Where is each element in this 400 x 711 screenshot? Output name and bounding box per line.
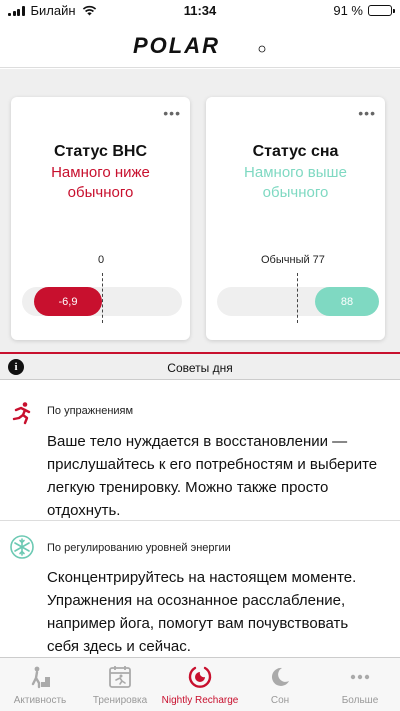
- sleep-card-subtitle: Намного выше обычного: [244, 164, 347, 201]
- battery-group: 91 %: [333, 3, 395, 18]
- tips-header: i Советы дня: [0, 352, 400, 380]
- snowflake-icon: [10, 535, 34, 559]
- activity-icon: [31, 666, 50, 689]
- training-icon: [109, 666, 131, 688]
- tip-energy-text: Сконцентрируйтесь на настоящем моменте. …: [47, 569, 357, 655]
- sleep-baseline-label: Обычный 77: [261, 254, 325, 266]
- sleep-status-card[interactable]: ••• Статус сна Намного выше обычного Обы…: [206, 97, 385, 340]
- sleep-card-title: Статус сна: [252, 143, 339, 160]
- tip-exercise: По упражнениям Ваше тело нуждается в вос…: [0, 381, 400, 519]
- ans-baseline-marker: [102, 273, 103, 323]
- status-cards-area: ••• Статус ВНС Намного ниже обычного 0 -…: [0, 69, 400, 352]
- tip-exercise-text: Ваше тело нуждается в восстановлении — п…: [47, 433, 378, 519]
- ans-card-title: Статус ВНС: [53, 143, 148, 160]
- running-icon: [12, 402, 31, 425]
- battery-icon: [368, 5, 395, 16]
- nav-label-training: Тренировка: [92, 695, 148, 706]
- polar-logo: POLAR: [133, 34, 267, 56]
- nav-item-more[interactable]: Больше: [320, 658, 400, 711]
- nav-item-nightly-recharge[interactable]: Nightly Recharge: [160, 658, 240, 711]
- status-bar: Билайн 11:34 91 %: [0, 0, 400, 22]
- ans-status-card[interactable]: ••• Статус ВНС Намного ниже обычного 0 -…: [11, 97, 190, 340]
- sleep-baseline-marker: [297, 273, 298, 323]
- nav-item-activity[interactable]: Активность: [0, 658, 80, 711]
- recharge-icon: [188, 666, 212, 688]
- logo-text: POLAR: [133, 34, 220, 56]
- bottom-nav: Активность Тренировка Nightly Recharge С…: [0, 657, 400, 711]
- ans-value-pill: -6,9: [34, 287, 102, 316]
- sleep-card-more-icon[interactable]: •••: [358, 106, 376, 120]
- sleep-value-pill: 88: [315, 287, 379, 316]
- tip-energy: По регулированию уровней энергии Сконцен…: [0, 521, 400, 657]
- ans-baseline-label: 0: [98, 254, 105, 266]
- tip-exercise-category: По упражнениям: [47, 405, 134, 417]
- sleep-value: 88: [340, 295, 354, 308]
- nav-item-sleep[interactable]: Сон: [240, 658, 320, 711]
- ans-card-subtitle: Намного ниже обычного: [51, 164, 150, 201]
- ans-value: -6,9: [58, 295, 78, 308]
- more-icon: [350, 674, 370, 680]
- ans-card-more-icon[interactable]: •••: [163, 106, 181, 120]
- app-header: POLAR: [0, 22, 400, 68]
- tips-header-label: Советы дня: [167, 361, 233, 375]
- nav-label-sleep: Сон: [270, 695, 290, 706]
- tip-energy-category: По регулированию уровней энергии: [47, 542, 231, 554]
- nav-label-nightly-recharge: Nightly Recharge: [161, 695, 239, 706]
- battery-percent: 91 %: [333, 3, 363, 18]
- nav-item-training[interactable]: Тренировка: [80, 658, 160, 711]
- nav-label-activity: Активность: [13, 695, 67, 706]
- moon-icon: [271, 667, 289, 686]
- nav-label-more: Больше: [341, 695, 379, 706]
